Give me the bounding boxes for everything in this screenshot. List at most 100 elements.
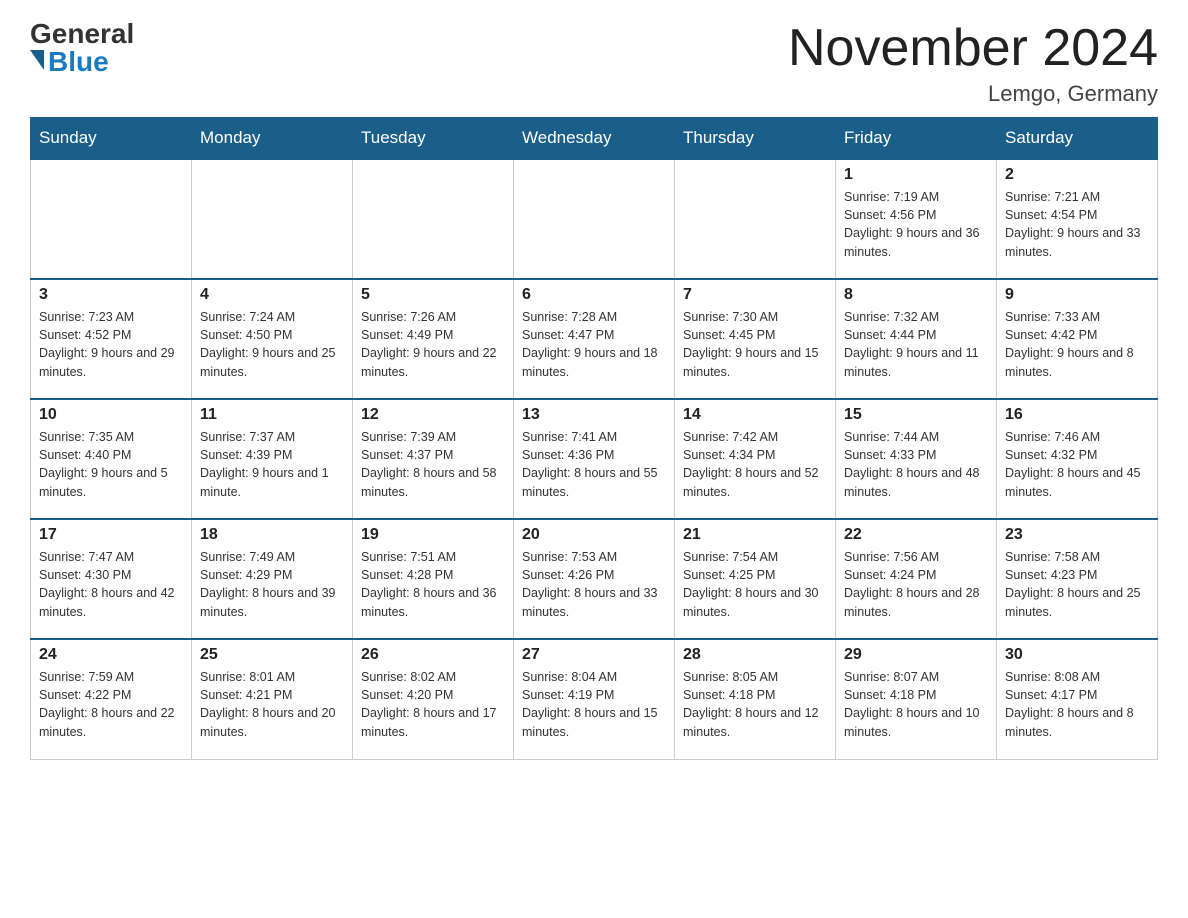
day-info: Sunrise: 7:59 AMSunset: 4:22 PMDaylight:… <box>39 668 183 741</box>
day-number: 26 <box>361 646 505 664</box>
day-number: 1 <box>844 166 988 184</box>
day-number: 3 <box>39 286 183 304</box>
day-number: 8 <box>844 286 988 304</box>
weekday-header-row: SundayMondayTuesdayWednesdayThursdayFrid… <box>31 118 1158 160</box>
day-number: 2 <box>1005 166 1149 184</box>
title-area: November 2024 Lemgo, Germany <box>788 20 1158 107</box>
calendar-cell: 10Sunrise: 7:35 AMSunset: 4:40 PMDayligh… <box>31 399 192 519</box>
calendar-cell: 4 Sunrise: 7:24 AMSunset: 4:50 PMDaylight… <box>192 279 353 399</box>
day-info: Sunrise: 7:24 AMSunset: 4:50 PMDaylight:… <box>200 308 344 381</box>
day-number: 12 <box>361 406 505 424</box>
day-info: Sunrise: 7:32 AMSunset: 4:44 PMDaylight:… <box>844 308 988 381</box>
month-title: November 2024 <box>788 20 1158 77</box>
calendar-cell: 1Sunrise: 7:19 AMSunset: 4:56 PMDaylight… <box>836 159 997 279</box>
day-info: Sunrise: 8:05 AMSunset: 4:18 PMDaylight:… <box>683 668 827 741</box>
weekday-header-sunday: Sunday <box>31 118 192 160</box>
day-info: Sunrise: 8:02 AMSunset: 4:20 PMDaylight:… <box>361 668 505 741</box>
page-header: General Blue November 2024 Lemgo, German… <box>30 20 1158 107</box>
day-number: 4 <box>200 286 344 304</box>
day-info: Sunrise: 8:07 AMSunset: 4:18 PMDaylight:… <box>844 668 988 741</box>
day-number: 29 <box>844 646 988 664</box>
calendar-cell: 16 Sunrise: 7:46 AMSunset: 4:32 PMDayligh… <box>997 399 1158 519</box>
calendar-cell: 23Sunrise: 7:58 AMSunset: 4:23 PMDayligh… <box>997 519 1158 639</box>
day-info: Sunrise: 8:04 AMSunset: 4:19 PMDaylight:… <box>522 668 666 741</box>
day-number: 27 <box>522 646 666 664</box>
day-info: Sunrise: 7:51 AMSunset: 4:28 PMDaylight:… <box>361 548 505 621</box>
calendar-cell: 24Sunrise: 7:59 AMSunset: 4:22 PMDayligh… <box>31 639 192 759</box>
day-number: 19 <box>361 526 505 544</box>
week-row-5: 24Sunrise: 7:59 AMSunset: 4:22 PMDayligh… <box>31 639 1158 759</box>
week-row-4: 17Sunrise: 7:47 AMSunset: 4:30 PMDayligh… <box>31 519 1158 639</box>
day-number: 11 <box>200 406 344 424</box>
weekday-header-thursday: Thursday <box>675 118 836 160</box>
calendar-cell <box>192 159 353 279</box>
day-info: Sunrise: 7:30 AMSunset: 4:45 PMDaylight:… <box>683 308 827 381</box>
calendar-cell <box>31 159 192 279</box>
day-info: Sunrise: 7:21 AMSunset: 4:54 PMDaylight:… <box>1005 188 1149 261</box>
calendar-cell: 30Sunrise: 8:08 AMSunset: 4:17 PMDayligh… <box>997 639 1158 759</box>
day-number: 13 <box>522 406 666 424</box>
day-number: 25 <box>200 646 344 664</box>
logo-general-text: General <box>30 20 134 48</box>
day-info: Sunrise: 7:46 AMSunset: 4:32 PMDaylight:… <box>1005 428 1149 501</box>
day-info: Sunrise: 7:49 AMSunset: 4:29 PMDaylight:… <box>200 548 344 621</box>
day-number: 30 <box>1005 646 1149 664</box>
weekday-header-saturday: Saturday <box>997 118 1158 160</box>
day-number: 20 <box>522 526 666 544</box>
weekday-header-tuesday: Tuesday <box>353 118 514 160</box>
day-number: 16 <box>1005 406 1149 424</box>
calendar-cell: 25Sunrise: 8:01 AMSunset: 4:21 PMDayligh… <box>192 639 353 759</box>
day-info: Sunrise: 7:26 AMSunset: 4:49 PMDaylight:… <box>361 308 505 381</box>
calendar-cell: 26 Sunrise: 8:02 AMSunset: 4:20 PMDayligh… <box>353 639 514 759</box>
logo-blue-text: Blue <box>48 48 109 76</box>
day-number: 7 <box>683 286 827 304</box>
day-info: Sunrise: 7:35 AMSunset: 4:40 PMDaylight:… <box>39 428 183 501</box>
calendar-cell: 6 Sunrise: 7:28 AMSunset: 4:47 PMDaylight… <box>514 279 675 399</box>
calendar-cell: 13 Sunrise: 7:41 AMSunset: 4:36 PMDayligh… <box>514 399 675 519</box>
calendar-cell: 12 Sunrise: 7:39 AMSunset: 4:37 PMDayligh… <box>353 399 514 519</box>
day-info: Sunrise: 7:28 AMSunset: 4:47 PMDaylight:… <box>522 308 666 381</box>
day-number: 22 <box>844 526 988 544</box>
day-number: 15 <box>844 406 988 424</box>
calendar-cell: 11Sunrise: 7:37 AMSunset: 4:39 PMDayligh… <box>192 399 353 519</box>
location-label: Lemgo, Germany <box>788 81 1158 107</box>
week-row-1: 1Sunrise: 7:19 AMSunset: 4:56 PMDaylight… <box>31 159 1158 279</box>
weekday-header-monday: Monday <box>192 118 353 160</box>
calendar-cell: 22 Sunrise: 7:56 AMSunset: 4:24 PMDayligh… <box>836 519 997 639</box>
calendar-cell: 5 Sunrise: 7:26 AMSunset: 4:49 PMDaylight… <box>353 279 514 399</box>
week-row-3: 10Sunrise: 7:35 AMSunset: 4:40 PMDayligh… <box>31 399 1158 519</box>
day-info: Sunrise: 7:41 AMSunset: 4:36 PMDaylight:… <box>522 428 666 501</box>
calendar-cell: 28 Sunrise: 8:05 AMSunset: 4:18 PMDayligh… <box>675 639 836 759</box>
day-info: Sunrise: 7:54 AMSunset: 4:25 PMDaylight:… <box>683 548 827 621</box>
logo-triangle-icon <box>30 50 44 70</box>
calendar-cell <box>353 159 514 279</box>
calendar-cell: 21 Sunrise: 7:54 AMSunset: 4:25 PMDayligh… <box>675 519 836 639</box>
calendar-cell: 20 Sunrise: 7:53 AMSunset: 4:26 PMDayligh… <box>514 519 675 639</box>
day-info: Sunrise: 7:47 AMSunset: 4:30 PMDaylight:… <box>39 548 183 621</box>
calendar-cell: 8 Sunrise: 7:32 AMSunset: 4:44 PMDaylight… <box>836 279 997 399</box>
calendar-cell: 15 Sunrise: 7:44 AMSunset: 4:33 PMDayligh… <box>836 399 997 519</box>
day-info: Sunrise: 7:42 AMSunset: 4:34 PMDaylight:… <box>683 428 827 501</box>
day-info: Sunrise: 7:58 AMSunset: 4:23 PMDaylight:… <box>1005 548 1149 621</box>
day-number: 28 <box>683 646 827 664</box>
calendar-cell: 27 Sunrise: 8:04 AMSunset: 4:19 PMDayligh… <box>514 639 675 759</box>
day-info: Sunrise: 7:53 AMSunset: 4:26 PMDaylight:… <box>522 548 666 621</box>
day-number: 21 <box>683 526 827 544</box>
weekday-header-wednesday: Wednesday <box>514 118 675 160</box>
day-info: Sunrise: 7:23 AMSunset: 4:52 PMDaylight:… <box>39 308 183 381</box>
logo: General Blue <box>30 20 134 76</box>
day-info: Sunrise: 7:56 AMSunset: 4:24 PMDaylight:… <box>844 548 988 621</box>
calendar-cell <box>675 159 836 279</box>
day-info: Sunrise: 7:44 AMSunset: 4:33 PMDaylight:… <box>844 428 988 501</box>
day-number: 5 <box>361 286 505 304</box>
calendar-cell: 3 Sunrise: 7:23 AMSunset: 4:52 PMDaylight… <box>31 279 192 399</box>
day-info: Sunrise: 7:33 AMSunset: 4:42 PMDaylight:… <box>1005 308 1149 381</box>
day-info: Sunrise: 7:39 AMSunset: 4:37 PMDaylight:… <box>361 428 505 501</box>
calendar-cell: 2 Sunrise: 7:21 AMSunset: 4:54 PMDaylight… <box>997 159 1158 279</box>
calendar-cell: 14Sunrise: 7:42 AMSunset: 4:34 PMDayligh… <box>675 399 836 519</box>
calendar-cell <box>514 159 675 279</box>
calendar-cell: 7 Sunrise: 7:30 AMSunset: 4:45 PMDaylight… <box>675 279 836 399</box>
calendar-cell: 9Sunrise: 7:33 AMSunset: 4:42 PMDaylight… <box>997 279 1158 399</box>
day-number: 6 <box>522 286 666 304</box>
calendar-table: SundayMondayTuesdayWednesdayThursdayFrid… <box>30 117 1158 760</box>
